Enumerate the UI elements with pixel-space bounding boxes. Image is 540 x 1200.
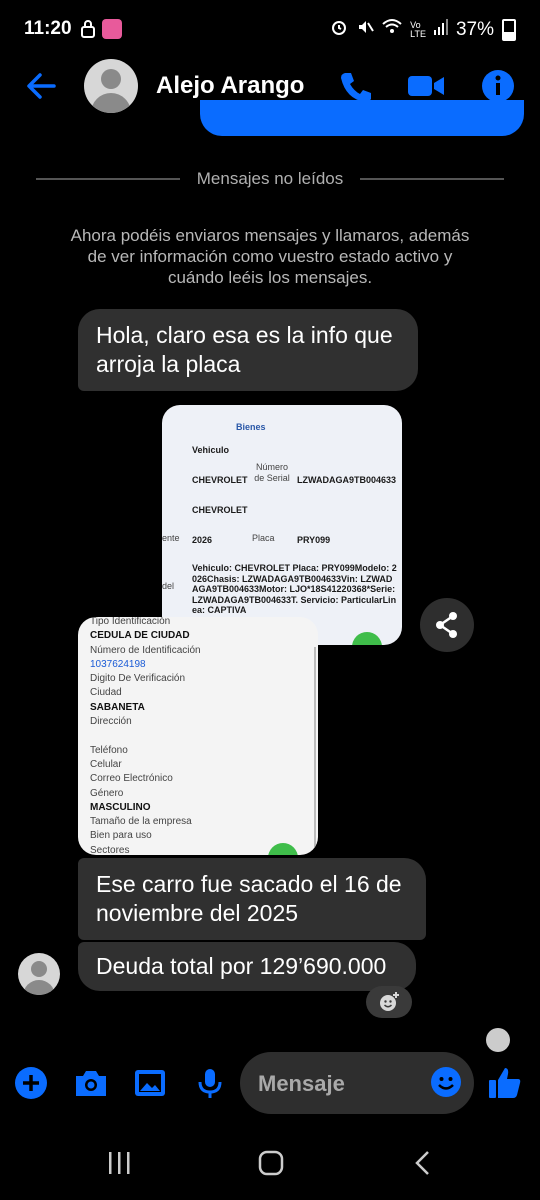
- card-brand: CHEVROLET: [192, 475, 248, 485]
- card-serial-label: Número de Serial: [254, 462, 290, 483]
- card-scrollbar: [314, 647, 316, 847]
- voice-button[interactable]: [191, 1064, 229, 1102]
- thumbs-up-icon: [489, 1068, 521, 1098]
- contact-name[interactable]: Alejo Arango: [156, 72, 304, 100]
- card-identity-lines: Tipo Identificación CEDULA DE CIUDAD Númer…: [90, 617, 312, 855]
- home-button[interactable]: [256, 1148, 286, 1183]
- share-button[interactable]: [420, 598, 474, 652]
- card-identity-line: SABANETA: [90, 701, 145, 713]
- card-title: Bienes: [236, 422, 266, 432]
- unread-divider-label: Mensajes no leídos: [196, 169, 344, 188]
- card-plate-value: PRY099: [297, 535, 331, 545]
- image-attachment-identity[interactable]: Tipo Identificación CEDULA DE CIUDAD Númer…: [78, 617, 318, 855]
- wifi-icon: [382, 18, 402, 42]
- emoji-button[interactable]: [430, 1066, 462, 1098]
- back-nav-button[interactable]: [410, 1148, 436, 1183]
- volte-icon: Vo LTE: [410, 20, 426, 39]
- card-identity-line: CEDULA DE CIUDAD: [90, 630, 190, 642]
- contact-avatar[interactable]: [84, 59, 138, 113]
- status-time: 11:20: [24, 18, 72, 39]
- card-description: Vehiculo: CHEVROLET Placa: PRY099Modelo:…: [192, 563, 397, 615]
- card-identity-line: Teléfono: [90, 744, 128, 756]
- signal-icon: [433, 19, 448, 41]
- smiley-plus-icon: [380, 992, 399, 1011]
- card-row-label: Vehiculo: [192, 445, 230, 455]
- mute-icon: [356, 18, 374, 42]
- add-reaction-button[interactable]: [366, 986, 412, 1018]
- privacy-notice: Ahora podéis enviaros mensajes y llamaro…: [70, 226, 470, 287]
- card-identity-line: MASCULINO: [90, 801, 151, 813]
- home-icon: [258, 1150, 284, 1176]
- add-button[interactable]: [12, 1064, 50, 1102]
- lock-icon: [80, 19, 96, 44]
- chevron-left-icon: [415, 1151, 429, 1175]
- arrow-left-icon: [27, 73, 56, 99]
- battery-icon: [502, 19, 516, 41]
- status-icons: Vo LTE 37%: [330, 18, 516, 42]
- microphone-icon: [198, 1069, 222, 1098]
- image-icon: [135, 1070, 165, 1096]
- share-icon: [436, 612, 457, 638]
- like-button[interactable]: [486, 1064, 524, 1102]
- recent-apps-button[interactable]: [106, 1148, 132, 1183]
- whatsapp-icon: [352, 632, 382, 645]
- card-identity-line: Número de Identificación: [90, 644, 201, 656]
- card-identity-line: Digito De Verificación: [90, 673, 186, 685]
- card-identity-line: Género: [90, 787, 124, 799]
- card-identity-line: Bien para uso: [90, 830, 152, 842]
- card-identity-line: Celular: [90, 758, 122, 770]
- sent-message-partial: [200, 100, 524, 136]
- card-plate-label: Placa: [252, 533, 275, 543]
- card-identity-line: Ciudad: [90, 687, 122, 699]
- card-identity-line: Tipo Identificación: [90, 617, 171, 627]
- card-cut-text: ente: [162, 533, 180, 543]
- camera-button[interactable]: [72, 1064, 110, 1102]
- sender-avatar[interactable]: [18, 953, 60, 995]
- message-input-placeholder: Mensaje: [258, 1071, 345, 1096]
- card-identity-line: Dirección: [90, 716, 132, 728]
- card-brand-2: CHEVROLET: [192, 505, 248, 515]
- card-identity-line: Correo Electrónico: [90, 773, 173, 785]
- card-cut-text-2: del: [162, 581, 175, 591]
- seen-receipt-avatar: [486, 1028, 510, 1052]
- received-message[interactable]: Deuda total por 129’690.000: [78, 942, 416, 991]
- card-year: 2026: [192, 535, 213, 545]
- back-button[interactable]: [22, 66, 62, 106]
- received-message[interactable]: Ese carro fue sacado el 16 de noviembre …: [78, 858, 426, 940]
- battery-percent: 37%: [455, 19, 494, 40]
- app-notification-icon: [102, 19, 122, 39]
- card-serial-value: LZWADAGA9TB004633: [297, 475, 397, 485]
- emoji-icon: [431, 1067, 461, 1097]
- alarm-icon: [330, 18, 348, 42]
- gallery-button[interactable]: [131, 1064, 169, 1102]
- plus-circle-icon: [15, 1067, 47, 1099]
- card-identity-line: [90, 729, 312, 743]
- image-attachment-vehicle[interactable]: Bienes Vehiculo CHEVROLET Número de Seri…: [162, 405, 402, 645]
- card-identity-line: 1037624198: [90, 658, 146, 670]
- card-identity-line: Tamaño de la empresa: [90, 816, 192, 828]
- camera-icon: [76, 1071, 106, 1096]
- recents-icon: [109, 1152, 130, 1174]
- received-message[interactable]: Hola, claro esa es la info que arroja la…: [78, 309, 418, 391]
